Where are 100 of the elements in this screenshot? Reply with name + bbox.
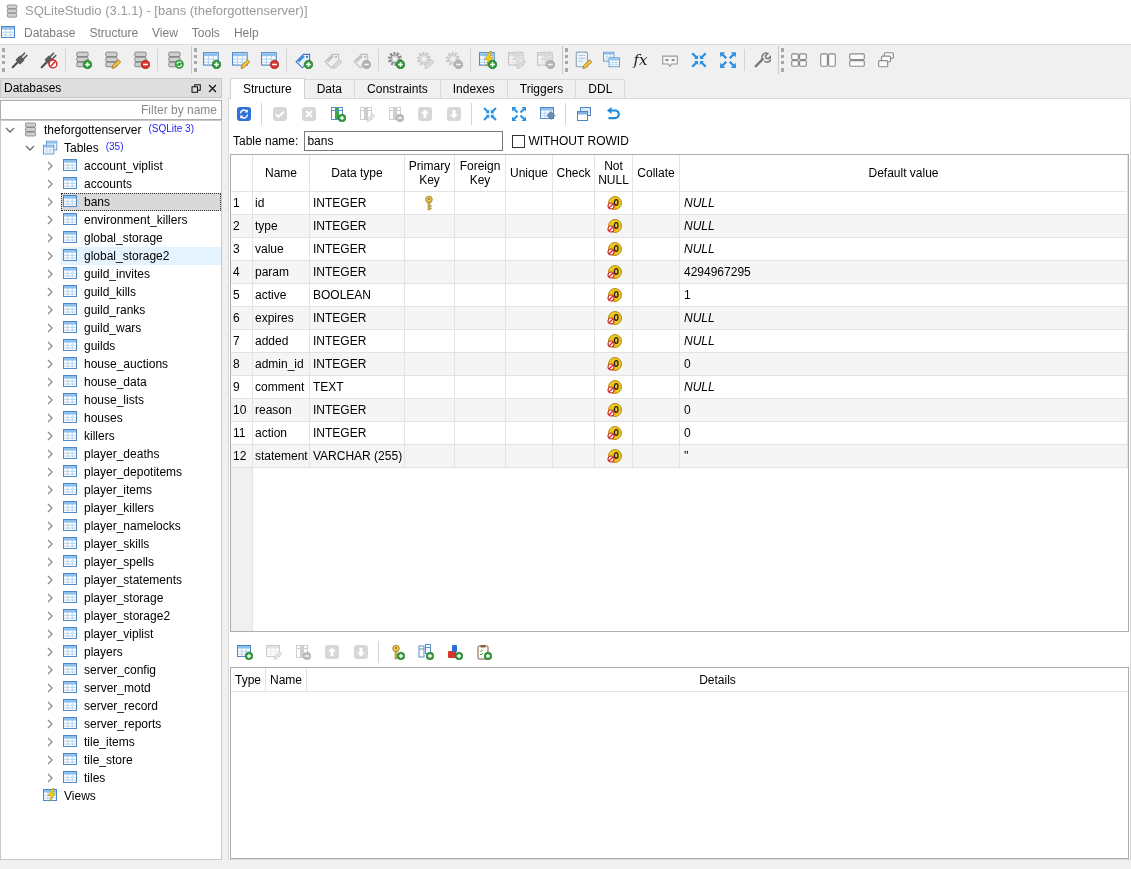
- database-minus-icon[interactable]: [131, 51, 150, 69]
- database-pencil-icon[interactable]: [102, 51, 121, 69]
- tree-item[interactable]: environment_killers: [61, 211, 221, 229]
- chevron-down-icon[interactable]: [5, 126, 15, 134]
- chevron-right-icon[interactable]: [46, 395, 54, 405]
- chevron-right-icon[interactable]: [46, 197, 54, 207]
- tree-item[interactable]: account_viplist: [61, 157, 221, 175]
- tree-item[interactable]: player_storage: [61, 589, 221, 607]
- tree-item[interactable]: bans: [61, 193, 221, 211]
- tree-item[interactable]: players: [61, 643, 221, 661]
- chevron-right-icon[interactable]: [46, 701, 54, 711]
- blocks-plus-icon[interactable]: [446, 643, 463, 660]
- chevron-right-icon[interactable]: [46, 683, 54, 693]
- chevron-right-icon[interactable]: [46, 755, 54, 765]
- gear-plus-icon[interactable]: [386, 51, 405, 69]
- tree-item[interactable]: global_storage: [61, 229, 221, 247]
- tree-item[interactable]: house_lists: [61, 391, 221, 409]
- tile-rows-icon[interactable]: [847, 51, 866, 69]
- chevron-right-icon[interactable]: [46, 467, 54, 477]
- table-lightning-plus-icon[interactable]: [478, 51, 497, 69]
- cascade-windows-icon[interactable]: [876, 51, 895, 69]
- database-refresh-icon[interactable]: [165, 51, 184, 69]
- tree-item[interactable]: guild_wars: [61, 319, 221, 337]
- chevron-right-icon[interactable]: [46, 413, 54, 423]
- chevron-right-icon[interactable]: [46, 251, 54, 261]
- tree-item[interactable]: server_config: [61, 661, 221, 679]
- chevron-right-icon[interactable]: [46, 773, 54, 783]
- chevron-right-icon[interactable]: [46, 485, 54, 495]
- menu-item[interactable]: Database: [17, 24, 83, 42]
- tree-item[interactable]: Tables (35): [41, 139, 221, 157]
- tree-item[interactable]: house_data: [61, 373, 221, 391]
- tree-item[interactable]: player_namelocks: [61, 517, 221, 535]
- columns-plus-icon[interactable]: [417, 643, 434, 660]
- wrench-icon[interactable]: [752, 51, 771, 69]
- table-name-field[interactable]: bans: [304, 131, 504, 151]
- expand-arrows-icon[interactable]: [510, 105, 527, 122]
- chevron-right-icon[interactable]: [46, 521, 54, 531]
- table-icon[interactable]: [1, 25, 17, 41]
- tab[interactable]: Structure: [230, 78, 305, 99]
- tab[interactable]: Triggers: [506, 79, 577, 98]
- menu-item[interactable]: Help: [226, 24, 266, 42]
- tree-item[interactable]: guild_invites: [61, 265, 221, 283]
- chevron-right-icon[interactable]: [46, 287, 54, 297]
- tree-item[interactable]: server_record: [61, 697, 221, 715]
- tree-item[interactable]: guilds: [61, 337, 221, 355]
- tree-item[interactable]: tile_items: [61, 733, 221, 751]
- chevron-right-icon[interactable]: [46, 215, 54, 225]
- chevron-right-icon[interactable]: [46, 629, 54, 639]
- chevron-right-icon[interactable]: [46, 737, 54, 747]
- tree-item[interactable]: tiles: [61, 769, 221, 787]
- tree-item[interactable]: guild_kills: [61, 283, 221, 301]
- collapse-arrows-icon[interactable]: [481, 105, 498, 122]
- tree-item[interactable]: accounts: [61, 175, 221, 193]
- chevron-right-icon[interactable]: [46, 305, 54, 315]
- menu-item[interactable]: Tools: [184, 24, 227, 42]
- tree-item[interactable]: server_reports: [61, 715, 221, 733]
- tile-columns-icon[interactable]: [818, 51, 837, 69]
- menu-item[interactable]: Structure: [82, 24, 146, 42]
- tree-item[interactable]: player_items: [61, 481, 221, 499]
- menu-item[interactable]: View: [145, 24, 185, 42]
- chevron-right-icon[interactable]: [46, 647, 54, 657]
- tables-stack-icon[interactable]: [602, 51, 621, 69]
- tree-item[interactable]: player_storage2: [61, 607, 221, 625]
- chevron-right-icon[interactable]: [46, 557, 54, 567]
- filter-field[interactable]: Filter by name: [0, 100, 222, 120]
- tree-item[interactable]: player_viplist: [61, 625, 221, 643]
- tree-item[interactable]: tile_store: [61, 751, 221, 769]
- tree-item[interactable]: Views: [41, 787, 221, 805]
- chevron-right-icon[interactable]: [46, 593, 54, 603]
- chevron-right-icon[interactable]: [46, 233, 54, 243]
- tree-item[interactable]: house_auctions: [61, 355, 221, 373]
- tree-item[interactable]: player_killers: [61, 499, 221, 517]
- chevron-right-icon[interactable]: [46, 323, 54, 333]
- windows-stack-icon[interactable]: [575, 105, 592, 122]
- restore-icon[interactable]: [191, 82, 202, 94]
- tree-item[interactable]: player_spells: [61, 553, 221, 571]
- document-pencil-icon[interactable]: [573, 51, 592, 69]
- chevron-right-icon[interactable]: [46, 359, 54, 369]
- tree-item[interactable]: guild_ranks: [61, 301, 221, 319]
- chevron-right-icon[interactable]: [46, 161, 54, 171]
- plug-icon[interactable]: [10, 51, 29, 69]
- tree-item[interactable]: player_deaths: [61, 445, 221, 463]
- refresh-icon[interactable]: [235, 105, 252, 122]
- tree-item[interactable]: global_storage2: [61, 247, 221, 265]
- tree-item[interactable]: theforgottenserver (SQLite 3): [21, 121, 221, 139]
- chevron-right-icon[interactable]: [46, 719, 54, 729]
- expand-arrows-icon[interactable]: [718, 51, 737, 69]
- table-plus-icon[interactable]: [236, 643, 253, 660]
- checkbox[interactable]: [512, 134, 526, 148]
- chevron-right-icon[interactable]: [46, 539, 54, 549]
- chevron-right-icon[interactable]: [46, 431, 54, 441]
- chevron-right-icon[interactable]: [46, 179, 54, 189]
- close-icon[interactable]: [207, 82, 218, 94]
- chevron-right-icon[interactable]: [46, 575, 54, 585]
- chevron-right-icon[interactable]: [46, 377, 54, 387]
- database-plus-icon[interactable]: [73, 51, 92, 69]
- plug-blocked-icon[interactable]: [39, 51, 58, 69]
- column-plus-icon[interactable]: [329, 105, 346, 122]
- clipboard-plus-icon[interactable]: [475, 643, 492, 660]
- table-pencil-icon[interactable]: [231, 51, 250, 69]
